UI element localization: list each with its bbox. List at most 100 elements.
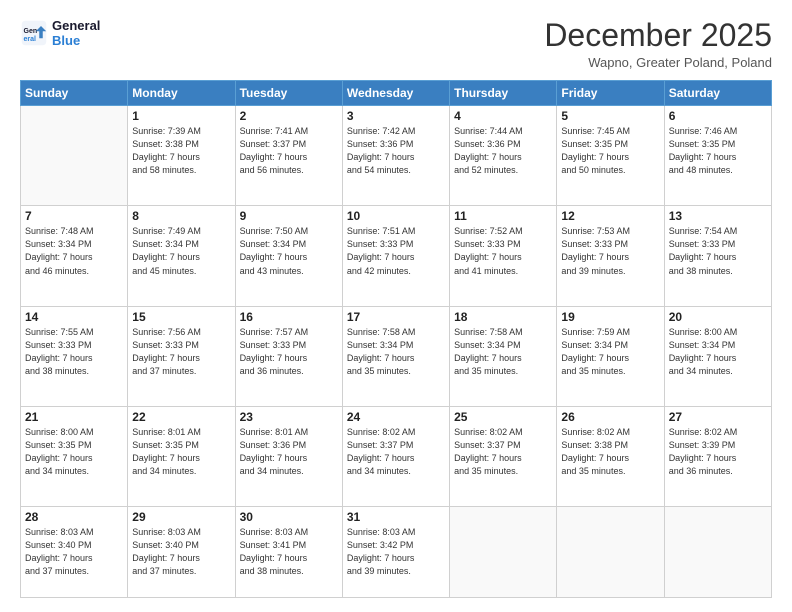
calendar-cell: 22 Sunrise: 8:01 AM Sunset: 3:35 PM Dayli… xyxy=(128,406,235,506)
day-number: 25 xyxy=(454,410,552,424)
day-number: 21 xyxy=(25,410,123,424)
day-info: Sunrise: 8:03 AM Sunset: 3:42 PM Dayligh… xyxy=(347,526,445,578)
day-info: Sunrise: 7:58 AM Sunset: 3:34 PM Dayligh… xyxy=(454,326,552,378)
svg-text:Gen: Gen xyxy=(24,28,38,35)
day-info: Sunrise: 7:55 AM Sunset: 3:33 PM Dayligh… xyxy=(25,326,123,378)
day-info: Sunrise: 8:01 AM Sunset: 3:35 PM Dayligh… xyxy=(132,426,230,478)
day-number: 20 xyxy=(669,310,767,324)
day-info: Sunrise: 7:42 AM Sunset: 3:36 PM Dayligh… xyxy=(347,125,445,177)
day-number: 28 xyxy=(25,510,123,524)
calendar-cell: 15 Sunrise: 7:56 AM Sunset: 3:33 PM Dayli… xyxy=(128,306,235,406)
day-number: 24 xyxy=(347,410,445,424)
header: Gen eral General Blue December 2025 Wapn… xyxy=(20,18,772,70)
week-row-4: 21 Sunrise: 8:00 AM Sunset: 3:35 PM Dayli… xyxy=(21,406,772,506)
weekday-header-wednesday: Wednesday xyxy=(342,81,449,106)
calendar-cell: 2 Sunrise: 7:41 AM Sunset: 3:37 PM Daylig… xyxy=(235,106,342,206)
calendar-cell: 12 Sunrise: 7:53 AM Sunset: 3:33 PM Dayli… xyxy=(557,206,664,306)
day-info: Sunrise: 8:02 AM Sunset: 3:37 PM Dayligh… xyxy=(347,426,445,478)
calendar-cell: 30 Sunrise: 8:03 AM Sunset: 3:41 PM Dayli… xyxy=(235,506,342,597)
day-number: 9 xyxy=(240,209,338,223)
day-info: Sunrise: 8:00 AM Sunset: 3:35 PM Dayligh… xyxy=(25,426,123,478)
calendar-cell: 4Sunrise: 7:44 AM Sunset: 3:36 PM Daylig… xyxy=(450,106,557,206)
calendar-cell: 31 Sunrise: 8:03 AM Sunset: 3:42 PM Dayli… xyxy=(342,506,449,597)
day-info: Sunrise: 7:54 AM Sunset: 3:33 PM Dayligh… xyxy=(669,225,767,277)
week-row-5: 28 Sunrise: 8:03 AM Sunset: 3:40 PM Dayli… xyxy=(21,506,772,597)
day-info: Sunrise: 7:48 AM Sunset: 3:34 PM Dayligh… xyxy=(25,225,123,277)
day-info: Sunrise: 7:46 AM Sunset: 3:35 PM Dayligh… xyxy=(669,125,767,177)
day-info: Sunrise: 7:44 AM Sunset: 3:36 PM Dayligh… xyxy=(454,125,552,177)
calendar-cell xyxy=(557,506,664,597)
day-number: 8 xyxy=(132,209,230,223)
weekday-header-monday: Monday xyxy=(128,81,235,106)
calendar-cell: 28 Sunrise: 8:03 AM Sunset: 3:40 PM Dayli… xyxy=(21,506,128,597)
day-number: 18 xyxy=(454,310,552,324)
day-number: 26 xyxy=(561,410,659,424)
calendar-cell: 3 Sunrise: 7:42 AM Sunset: 3:36 PM Daylig… xyxy=(342,106,449,206)
logo: Gen eral General Blue xyxy=(20,18,100,48)
svg-text:eral: eral xyxy=(24,36,37,43)
location: Wapno, Greater Poland, Poland xyxy=(544,55,772,70)
calendar-cell: 9 Sunrise: 7:50 AM Sunset: 3:34 PM Daylig… xyxy=(235,206,342,306)
day-number: 5 xyxy=(561,109,659,123)
day-info: Sunrise: 8:03 AM Sunset: 3:40 PM Dayligh… xyxy=(132,526,230,578)
day-number: 16 xyxy=(240,310,338,324)
day-number: 10 xyxy=(347,209,445,223)
title-area: December 2025 Wapno, Greater Poland, Pol… xyxy=(544,18,772,70)
calendar-cell: 5 Sunrise: 7:45 AM Sunset: 3:35 PM Daylig… xyxy=(557,106,664,206)
day-number: 2 xyxy=(240,109,338,123)
calendar-cell: 1Sunrise: 7:39 AM Sunset: 3:38 PM Daylig… xyxy=(128,106,235,206)
calendar-cell: 29 Sunrise: 8:03 AM Sunset: 3:40 PM Dayli… xyxy=(128,506,235,597)
weekday-header-friday: Friday xyxy=(557,81,664,106)
calendar-cell xyxy=(21,106,128,206)
day-info: Sunrise: 7:56 AM Sunset: 3:33 PM Dayligh… xyxy=(132,326,230,378)
day-info: Sunrise: 7:53 AM Sunset: 3:33 PM Dayligh… xyxy=(561,225,659,277)
day-info: Sunrise: 8:03 AM Sunset: 3:40 PM Dayligh… xyxy=(25,526,123,578)
day-info: Sunrise: 8:03 AM Sunset: 3:41 PM Dayligh… xyxy=(240,526,338,578)
day-number: 15 xyxy=(132,310,230,324)
week-row-1: 1Sunrise: 7:39 AM Sunset: 3:38 PM Daylig… xyxy=(21,106,772,206)
day-number: 3 xyxy=(347,109,445,123)
day-number: 19 xyxy=(561,310,659,324)
day-info: Sunrise: 7:49 AM Sunset: 3:34 PM Dayligh… xyxy=(132,225,230,277)
calendar-cell xyxy=(664,506,771,597)
calendar-cell: 23Sunrise: 8:01 AM Sunset: 3:36 PM Dayli… xyxy=(235,406,342,506)
calendar-cell: 20Sunrise: 8:00 AM Sunset: 3:34 PM Dayli… xyxy=(664,306,771,406)
weekday-header-saturday: Saturday xyxy=(664,81,771,106)
calendar-cell: 13 Sunrise: 7:54 AM Sunset: 3:33 PM Dayli… xyxy=(664,206,771,306)
logo-icon: Gen eral xyxy=(20,19,48,47)
day-number: 23 xyxy=(240,410,338,424)
day-number: 29 xyxy=(132,510,230,524)
day-number: 12 xyxy=(561,209,659,223)
day-info: Sunrise: 8:02 AM Sunset: 3:38 PM Dayligh… xyxy=(561,426,659,478)
calendar-cell: 10Sunrise: 7:51 AM Sunset: 3:33 PM Dayli… xyxy=(342,206,449,306)
day-number: 17 xyxy=(347,310,445,324)
calendar-cell: 21 Sunrise: 8:00 AM Sunset: 3:35 PM Dayli… xyxy=(21,406,128,506)
day-info: Sunrise: 7:41 AM Sunset: 3:37 PM Dayligh… xyxy=(240,125,338,177)
day-number: 14 xyxy=(25,310,123,324)
calendar-cell: 19Sunrise: 7:59 AM Sunset: 3:34 PM Dayli… xyxy=(557,306,664,406)
day-number: 22 xyxy=(132,410,230,424)
day-number: 13 xyxy=(669,209,767,223)
weekday-header-sunday: Sunday xyxy=(21,81,128,106)
day-number: 6 xyxy=(669,109,767,123)
day-info: Sunrise: 7:50 AM Sunset: 3:34 PM Dayligh… xyxy=(240,225,338,277)
day-info: Sunrise: 7:45 AM Sunset: 3:35 PM Dayligh… xyxy=(561,125,659,177)
weekday-header-row: SundayMondayTuesdayWednesdayThursdayFrid… xyxy=(21,81,772,106)
day-number: 7 xyxy=(25,209,123,223)
calendar-cell: 6 Sunrise: 7:46 AM Sunset: 3:35 PM Daylig… xyxy=(664,106,771,206)
calendar-cell: 16Sunrise: 7:57 AM Sunset: 3:33 PM Dayli… xyxy=(235,306,342,406)
day-info: Sunrise: 7:52 AM Sunset: 3:33 PM Dayligh… xyxy=(454,225,552,277)
week-row-3: 14 Sunrise: 7:55 AM Sunset: 3:33 PM Dayli… xyxy=(21,306,772,406)
week-row-2: 7 Sunrise: 7:48 AM Sunset: 3:34 PM Daylig… xyxy=(21,206,772,306)
calendar-cell: 18 Sunrise: 7:58 AM Sunset: 3:34 PM Dayli… xyxy=(450,306,557,406)
logo-text: General Blue xyxy=(52,18,100,48)
calendar-cell: 8 Sunrise: 7:49 AM Sunset: 3:34 PM Daylig… xyxy=(128,206,235,306)
calendar-table: SundayMondayTuesdayWednesdayThursdayFrid… xyxy=(20,80,772,598)
day-info: Sunrise: 8:02 AM Sunset: 3:37 PM Dayligh… xyxy=(454,426,552,478)
day-number: 31 xyxy=(347,510,445,524)
calendar-cell: 17Sunrise: 7:58 AM Sunset: 3:34 PM Dayli… xyxy=(342,306,449,406)
day-number: 30 xyxy=(240,510,338,524)
calendar-cell: 14 Sunrise: 7:55 AM Sunset: 3:33 PM Dayli… xyxy=(21,306,128,406)
day-number: 27 xyxy=(669,410,767,424)
day-info: Sunrise: 7:39 AM Sunset: 3:38 PM Dayligh… xyxy=(132,125,230,177)
